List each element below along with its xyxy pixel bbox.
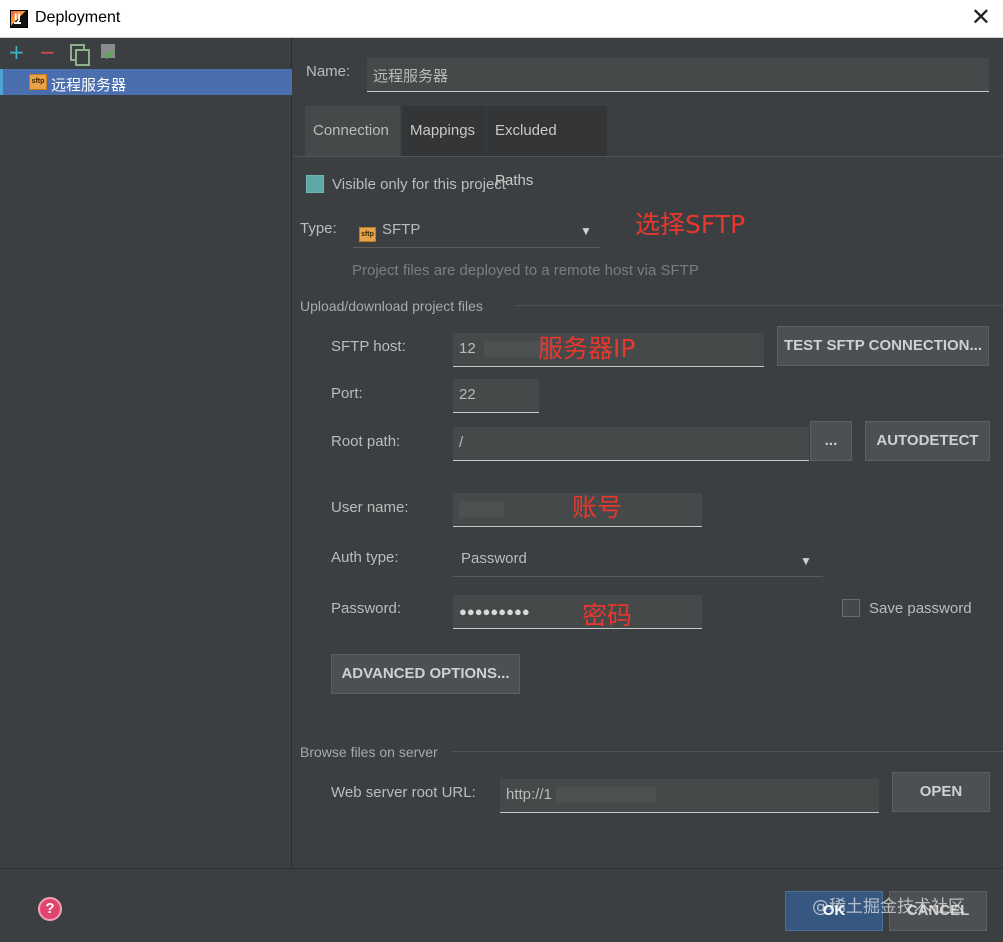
section-divider: [452, 751, 1003, 752]
dialog-footer: ? OK CANCEL @稀土掘金技术社区: [0, 868, 1003, 942]
help-icon[interactable]: ?: [38, 897, 62, 921]
sftp-icon: sftp: [359, 227, 376, 242]
autodetect-button[interactable]: AUTODETECT: [865, 421, 990, 461]
server-list-panel: + − sftp 远程服务器: [0, 38, 292, 868]
sftp-host-value: 12: [459, 340, 476, 357]
tab-mappings[interactable]: Mappings: [402, 106, 486, 156]
add-icon[interactable]: +: [8, 42, 25, 62]
section-divider: [515, 305, 1003, 306]
visible-only-label: Visible only for this project: [332, 176, 506, 193]
watermark: @稀土掘金技术社区: [812, 897, 965, 917]
web-server-url-label: Web server root URL:: [331, 784, 476, 801]
type-hint: Project files are deployed to a remote h…: [352, 262, 699, 279]
close-icon[interactable]: ✕: [971, 4, 991, 32]
type-label: Type:: [300, 220, 337, 237]
port-field[interactable]: 22: [453, 379, 539, 413]
redacted-mask: [459, 501, 504, 518]
open-button[interactable]: OPEN: [892, 772, 990, 812]
title-bar: IJ Deployment ✕: [0, 0, 1003, 38]
type-dropdown[interactable]: sftp SFTP: [353, 214, 600, 248]
user-name-label: User name:: [331, 499, 409, 516]
advanced-options-button[interactable]: ADVANCED OPTIONS...: [331, 654, 520, 694]
password-field[interactable]: ●●●●●●●●●: [453, 595, 702, 629]
web-server-url-value: http://1: [506, 786, 552, 803]
browse-section-title: Browse files on server: [300, 744, 438, 760]
save-password-checkbox[interactable]: [842, 599, 860, 617]
sftp-server-icon: sftp: [29, 74, 47, 90]
password-label: Password:: [331, 600, 402, 617]
tab-excluded-paths[interactable]: Excluded Paths: [487, 106, 607, 189]
name-label: Name:: [306, 63, 351, 80]
remove-icon[interactable]: −: [39, 42, 56, 62]
server-list-item[interactable]: sftp 远程服务器: [0, 69, 292, 95]
window-title: Deployment: [35, 9, 121, 26]
auth-type-dropdown[interactable]: Password: [453, 543, 823, 577]
server-config-panel: Name: 远程服务器 Connection Mappings Excluded…: [293, 38, 1003, 868]
chevron-down-icon: ▼: [580, 224, 592, 238]
save-password-label: Save password: [869, 600, 972, 617]
redacted-mask: [556, 787, 657, 804]
annotation-select-sftp: 选择SFTP: [635, 210, 746, 239]
chevron-down-icon: ▼: [800, 554, 812, 568]
root-path-label: Root path:: [331, 433, 401, 450]
copy-icon[interactable]: [70, 44, 90, 66]
use-as-default-icon[interactable]: [101, 44, 117, 63]
port-label: Port:: [331, 385, 363, 402]
type-dropdown-value: SFTP: [382, 221, 421, 238]
browse-button[interactable]: ...: [810, 421, 852, 461]
intellij-app-icon: IJ: [10, 10, 29, 29]
root-path-field[interactable]: /: [453, 427, 809, 461]
sftp-host-label: SFTP host:: [331, 338, 406, 355]
test-sftp-connection-button[interactable]: TEST SFTP CONNECTION...: [777, 326, 989, 366]
name-field[interactable]: 远程服务器: [367, 58, 989, 92]
auth-type-label: Auth type:: [331, 549, 399, 566]
visible-only-checkbox[interactable]: [306, 175, 324, 193]
tab-connection[interactable]: Connection: [305, 106, 400, 156]
annotation-server-ip: 服务器IP: [538, 334, 636, 363]
annotation-account: 账号: [572, 493, 623, 522]
tabs-divider: [293, 156, 1003, 157]
server-list-item-label: 远程服务器: [51, 77, 127, 94]
upload-section-title: Upload/download project files: [300, 298, 483, 314]
annotation-password: 密码: [582, 601, 633, 630]
web-server-url-field[interactable]: http://1: [500, 779, 879, 813]
